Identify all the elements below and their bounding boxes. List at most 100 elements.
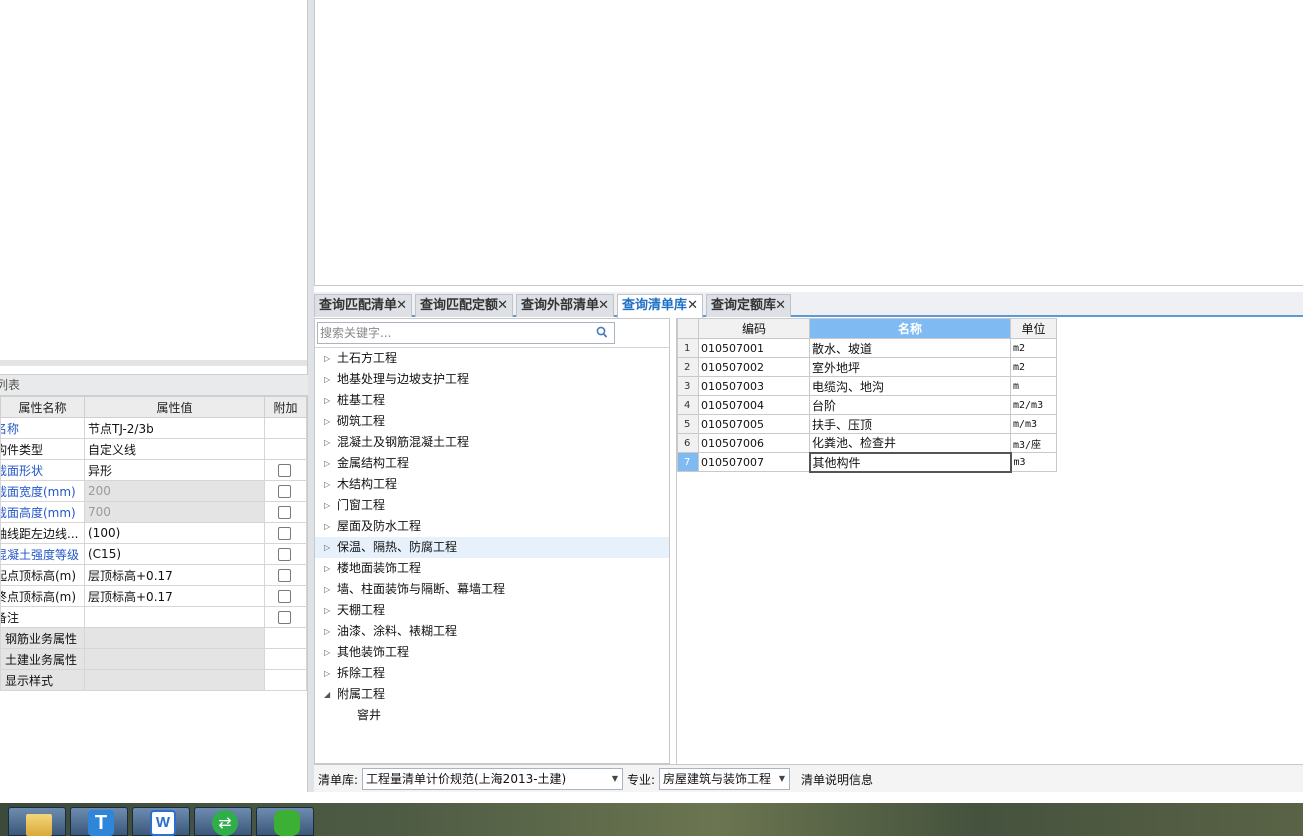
taskbar-wechat[interactable] xyxy=(256,807,314,836)
collapsed-arrow-icon[interactable]: ▷ xyxy=(324,579,330,600)
search-icon[interactable] xyxy=(596,326,608,340)
collapsed-arrow-icon[interactable]: ▷ xyxy=(324,621,330,642)
table-row[interactable]: 7 010507007 其他构件 m3 xyxy=(677,451,1057,473)
row-number[interactable]: 5 xyxy=(677,414,699,434)
table-row[interactable]: 2 010507002 室外地坪 m2 xyxy=(677,357,1057,377)
grid-header-code[interactable]: 编码 xyxy=(698,318,810,339)
grid-header-name[interactable]: 名称 xyxy=(809,318,1011,339)
collapsed-arrow-icon[interactable]: ▷ xyxy=(324,516,330,537)
tree-node[interactable]: ▷ 屋面及防水工程 xyxy=(315,516,669,537)
property-value[interactable]: (C15) xyxy=(84,543,265,565)
property-value[interactable]: 层顶标高+0.17 xyxy=(84,585,265,607)
property-value[interactable] xyxy=(84,648,265,670)
tab-query-match-quota[interactable]: 查询匹配定额 ✕ xyxy=(415,294,513,317)
tab-query-match-list[interactable]: 查询匹配清单 ✕ xyxy=(314,294,412,317)
cell-unit[interactable]: m3/座 xyxy=(1010,433,1057,453)
collapsed-arrow-icon[interactable]: ▷ xyxy=(324,558,330,579)
property-value[interactable]: (100) xyxy=(84,522,265,544)
cell-name[interactable]: 其他构件 xyxy=(808,451,1012,473)
tree-node[interactable]: ▷ 保温、隔热、防腐工程 xyxy=(315,537,669,558)
collapsed-arrow-icon[interactable]: ▷ xyxy=(324,663,330,684)
grid-header-unit[interactable]: 单位 xyxy=(1010,318,1057,339)
tree-node[interactable]: ▷ 桩基工程 xyxy=(315,390,669,411)
collapsed-arrow-icon[interactable]: ▷ xyxy=(324,453,330,474)
table-row[interactable]: 6 010507006 化粪池、检查井 m3/座 xyxy=(677,433,1057,453)
property-row[interactable]: 混凝土强度等级 (C15) xyxy=(0,543,307,565)
tree-node[interactable]: ▷ 地基处理与边坡支护工程 xyxy=(315,369,669,390)
tree-node[interactable]: ▷ 混凝土及钢筋混凝土工程 xyxy=(315,432,669,453)
property-value[interactable]: 节点TJ-2/3b xyxy=(84,417,265,439)
cell-unit[interactable]: m/m3 xyxy=(1010,414,1057,434)
cell-code[interactable]: 010507002 xyxy=(698,357,810,377)
property-value[interactable]: 异形 xyxy=(84,459,265,481)
property-row[interactable]: 显示样式 xyxy=(0,669,307,691)
property-value[interactable] xyxy=(84,627,265,649)
collapsed-arrow-icon[interactable]: ▷ xyxy=(324,474,330,495)
attach-checkbox[interactable] xyxy=(278,610,291,624)
specialty-select[interactable]: 房屋建筑与装饰工程 ▼ xyxy=(659,768,790,790)
property-value[interactable]: 700 xyxy=(84,501,265,523)
table-row[interactable]: 3 010507003 电缆沟、地沟 m xyxy=(677,376,1057,396)
collapsed-arrow-icon[interactable]: ▷ xyxy=(324,642,330,663)
cell-code[interactable]: 010507004 xyxy=(698,395,810,415)
attach-checkbox[interactable] xyxy=(278,589,291,603)
cell-name[interactable]: 电缆沟、地沟 xyxy=(809,376,1011,396)
collapsed-arrow-icon[interactable]: ▷ xyxy=(324,348,330,369)
cell-name[interactable]: 台阶 xyxy=(809,395,1011,415)
tree-node[interactable]: ▷ 楼地面装饰工程 xyxy=(315,558,669,579)
tree-node[interactable]: ▷ 天棚工程 xyxy=(315,600,669,621)
property-row[interactable]: 截面高度(mm) 700 xyxy=(0,501,307,523)
tab-query-list-library[interactable]: 查询清单库 ✕ xyxy=(617,294,703,318)
table-row[interactable]: 5 010507005 扶手、压顶 m/m3 xyxy=(677,414,1057,434)
close-icon[interactable]: ✕ xyxy=(396,295,407,316)
row-number[interactable]: 4 xyxy=(677,395,699,415)
property-value[interactable] xyxy=(84,606,265,628)
attach-checkbox[interactable] xyxy=(278,547,291,561)
collapsed-arrow-icon[interactable]: ▷ xyxy=(324,369,330,390)
cell-code[interactable]: 010507007 xyxy=(698,452,810,472)
property-row[interactable]: 备注 xyxy=(0,606,307,628)
search-input[interactable] xyxy=(318,323,588,343)
attach-checkbox[interactable] xyxy=(278,526,291,540)
property-value[interactable] xyxy=(84,669,265,691)
property-row[interactable]: 起点顶标高(m) 层顶标高+0.17 xyxy=(0,564,307,586)
cell-unit[interactable]: m3 xyxy=(1010,452,1057,472)
cell-code[interactable]: 010507005 xyxy=(698,414,810,434)
close-icon[interactable]: ✕ xyxy=(687,295,698,316)
cell-name[interactable]: 散水、坡道 xyxy=(809,338,1011,358)
property-value[interactable]: 200 xyxy=(84,480,265,502)
expanded-arrow-icon[interactable]: ◢ xyxy=(324,684,330,705)
tree-node[interactable]: ▷ 砌筑工程 xyxy=(315,411,669,432)
cell-name[interactable]: 化粪池、检查井 xyxy=(809,433,1011,453)
collapsed-arrow-icon[interactable]: ▷ xyxy=(324,390,330,411)
property-row[interactable]: 钢筋业务属性 xyxy=(0,627,307,649)
cell-code[interactable]: 010507001 xyxy=(698,338,810,358)
row-number[interactable]: 3 xyxy=(677,376,699,396)
tree-node[interactable]: ▷ 油漆、涂料、裱糊工程 xyxy=(315,621,669,642)
tree-node[interactable]: ▷ 木结构工程 xyxy=(315,474,669,495)
row-number[interactable]: 6 xyxy=(677,433,699,453)
attach-checkbox[interactable] xyxy=(278,505,291,519)
row-number[interactable]: 2 xyxy=(677,357,699,377)
cell-name[interactable]: 室外地坪 xyxy=(809,357,1011,377)
list-info-label[interactable]: 清单说明信息 xyxy=(801,771,873,788)
property-row[interactable]: 轴线距左边线... (100) xyxy=(0,522,307,544)
search-box[interactable] xyxy=(317,322,615,344)
cell-unit[interactable]: m xyxy=(1010,376,1057,396)
drawing-area[interactable] xyxy=(314,0,1303,286)
tree-node[interactable]: ▷ 土石方工程 xyxy=(315,348,669,369)
taskbar-glodon[interactable]: T xyxy=(70,807,128,836)
collapsed-arrow-icon[interactable]: ▷ xyxy=(324,600,330,621)
property-value[interactable]: 层顶标高+0.17 xyxy=(84,564,265,586)
tab-query-quota-library[interactable]: 查询定额库 ✕ xyxy=(706,294,791,317)
property-row[interactable]: 截面宽度(mm) 200 xyxy=(0,480,307,502)
tab-query-external-list[interactable]: 查询外部清单 ✕ xyxy=(516,294,614,317)
attach-checkbox[interactable] xyxy=(278,568,291,582)
cell-unit[interactable]: m2 xyxy=(1010,338,1057,358)
property-row[interactable]: 截面形状异形 xyxy=(0,459,307,481)
property-row[interactable]: 构件类型自定义线 xyxy=(0,438,307,460)
collapsed-arrow-icon[interactable]: ▷ xyxy=(324,411,330,432)
table-row[interactable]: 4 010507004 台阶 m2/m3 xyxy=(677,395,1057,415)
row-number[interactable]: 7 xyxy=(677,452,699,472)
taskbar-explorer[interactable] xyxy=(8,807,66,836)
